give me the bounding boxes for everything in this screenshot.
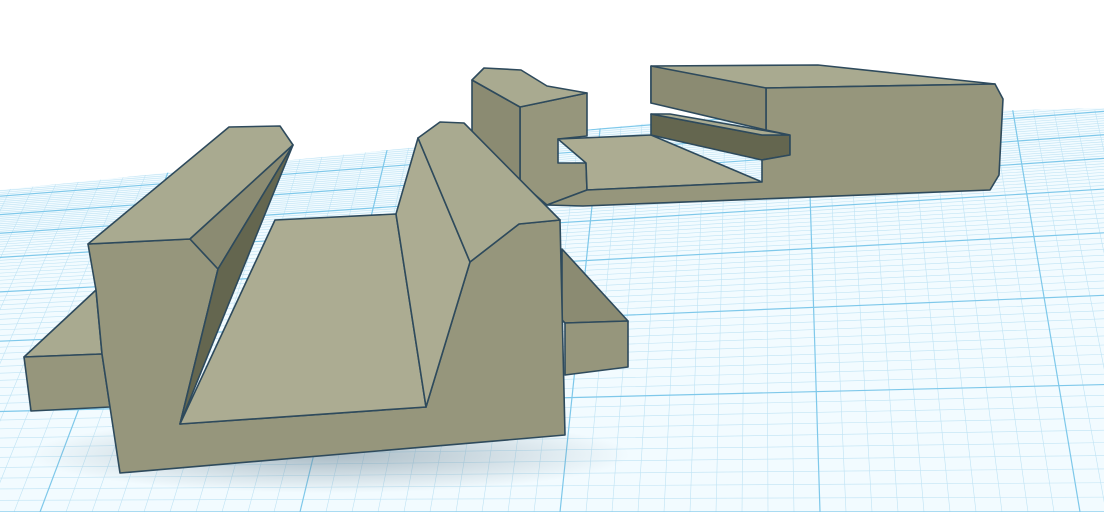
- workplane-viewport[interactable]: [0, 0, 1104, 512]
- 3d-scene-canvas[interactable]: [0, 0, 1104, 512]
- front-right-flange-face: [564, 320, 629, 376]
- front-left-flange-face: [23, 353, 111, 412]
- rear-slotted-block[interactable]: [471, 64, 1004, 207]
